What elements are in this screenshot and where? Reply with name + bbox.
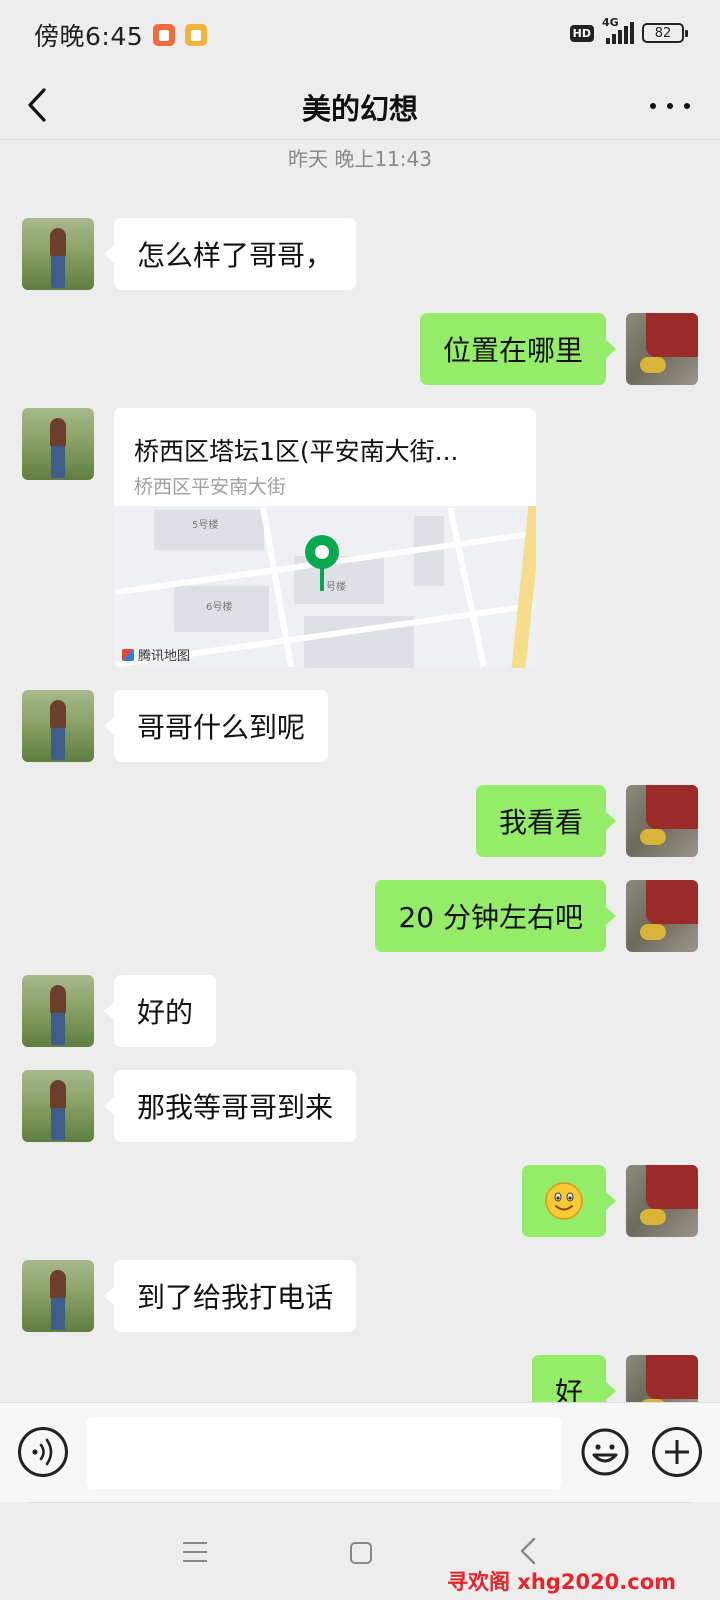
message-bubble-incoming[interactable]: 好的 bbox=[103, 975, 217, 1047]
map-label: 5号楼 bbox=[192, 520, 219, 531]
message-text: 我看看 bbox=[498, 806, 583, 839]
message-bubble-outgoing[interactable]: 我看看 bbox=[475, 785, 617, 857]
my-avatar[interactable] bbox=[626, 313, 698, 385]
message-input[interactable] bbox=[86, 1417, 562, 1489]
status-indicators: HD 4G 82 bbox=[569, 16, 688, 44]
contact-avatar[interactable] bbox=[22, 690, 94, 762]
message-text: 怎么样了哥哥， bbox=[137, 239, 334, 272]
message-bubble-incoming[interactable]: 怎么样了哥哥， bbox=[103, 218, 357, 290]
message-timestamp: 昨天 晚上11:43 bbox=[288, 147, 432, 171]
my-avatar[interactable] bbox=[626, 1165, 698, 1237]
message-text: 20 分钟左右吧 bbox=[398, 901, 583, 934]
battery-level: 82 bbox=[654, 25, 672, 41]
tencent-map-logo-icon bbox=[122, 648, 134, 661]
message-bubble-incoming[interactable]: 哥哥什么到呢 bbox=[103, 690, 329, 762]
more-button[interactable] bbox=[650, 88, 690, 124]
message-bubble-outgoing[interactable]: 20 分钟左右吧 bbox=[375, 880, 616, 952]
back-icon[interactable] bbox=[518, 1536, 538, 1566]
map-attribution: 腾讯地图 bbox=[122, 645, 190, 664]
contact-avatar[interactable] bbox=[22, 975, 94, 1047]
contact-avatar[interactable] bbox=[22, 1260, 94, 1332]
voice-button[interactable] bbox=[18, 1427, 68, 1477]
map-label: 6号楼 bbox=[206, 602, 233, 613]
my-avatar[interactable] bbox=[626, 1355, 698, 1402]
location-title: 桥西区塔坛1区(平安南大街... bbox=[134, 437, 459, 466]
status-time: 傍晚6:45 bbox=[34, 22, 144, 51]
network-type: 4G bbox=[602, 16, 619, 29]
status-bar: 傍晚6:45 HD 4G 82 bbox=[0, 0, 720, 70]
message-bubble-outgoing[interactable]: 好 bbox=[531, 1355, 617, 1409]
battery-icon: 82 bbox=[642, 23, 688, 43]
gallery-notification-icon bbox=[185, 24, 208, 46]
app-notification-icon bbox=[153, 24, 176, 46]
message-text: 哥哥什么到呢 bbox=[137, 711, 306, 744]
chat-title: 美的幻想 bbox=[301, 92, 418, 126]
message-text: 位置在哪里 bbox=[442, 334, 583, 367]
more-dots-icon bbox=[650, 103, 656, 109]
message-text: 到了给我打电话 bbox=[137, 1281, 334, 1314]
message-input-bar bbox=[0, 1402, 720, 1502]
smile-emoji-icon bbox=[545, 1182, 583, 1220]
my-avatar[interactable] bbox=[626, 880, 698, 952]
message-bubble-incoming[interactable]: 那我等哥哥到来 bbox=[103, 1070, 357, 1142]
location-pin-icon bbox=[305, 535, 339, 591]
emoji-button[interactable] bbox=[580, 1427, 630, 1477]
signal-icon: 4G bbox=[602, 16, 634, 44]
plus-icon[interactable] bbox=[652, 1427, 702, 1477]
contact-avatar[interactable] bbox=[22, 1070, 94, 1142]
location-map[interactable]: 5号楼 6号楼 号楼 腾讯地图 bbox=[114, 506, 536, 668]
hd-badge: HD bbox=[569, 24, 594, 42]
divider bbox=[30, 1502, 690, 1503]
my-avatar[interactable] bbox=[626, 785, 698, 857]
menu-icon[interactable] bbox=[183, 1542, 207, 1562]
contact-avatar[interactable] bbox=[22, 408, 94, 480]
message-text: 那我等哥哥到来 bbox=[137, 1091, 334, 1124]
message-text: 好的 bbox=[137, 996, 194, 1029]
watermark: 寻欢阁 xhg2020.com bbox=[447, 1570, 677, 1594]
message-bubble-incoming[interactable]: 到了给我打电话 bbox=[103, 1260, 357, 1332]
emoji-icon bbox=[581, 1428, 629, 1476]
chat-header: 美的幻想 bbox=[0, 70, 720, 140]
location-card[interactable]: 桥西区塔坛1区(平安南大街... 桥西区平安南大街 5号楼 6号楼 号楼 腾讯地… bbox=[114, 408, 536, 668]
message-bubble-outgoing[interactable]: 位置在哪里 bbox=[419, 313, 617, 385]
location-subtitle: 桥西区平安南大街 bbox=[134, 476, 287, 498]
home-icon[interactable] bbox=[350, 1542, 372, 1564]
message-bubble-outgoing[interactable] bbox=[522, 1165, 616, 1237]
voice-icon bbox=[32, 1438, 53, 1466]
contact-avatar[interactable] bbox=[22, 218, 94, 290]
